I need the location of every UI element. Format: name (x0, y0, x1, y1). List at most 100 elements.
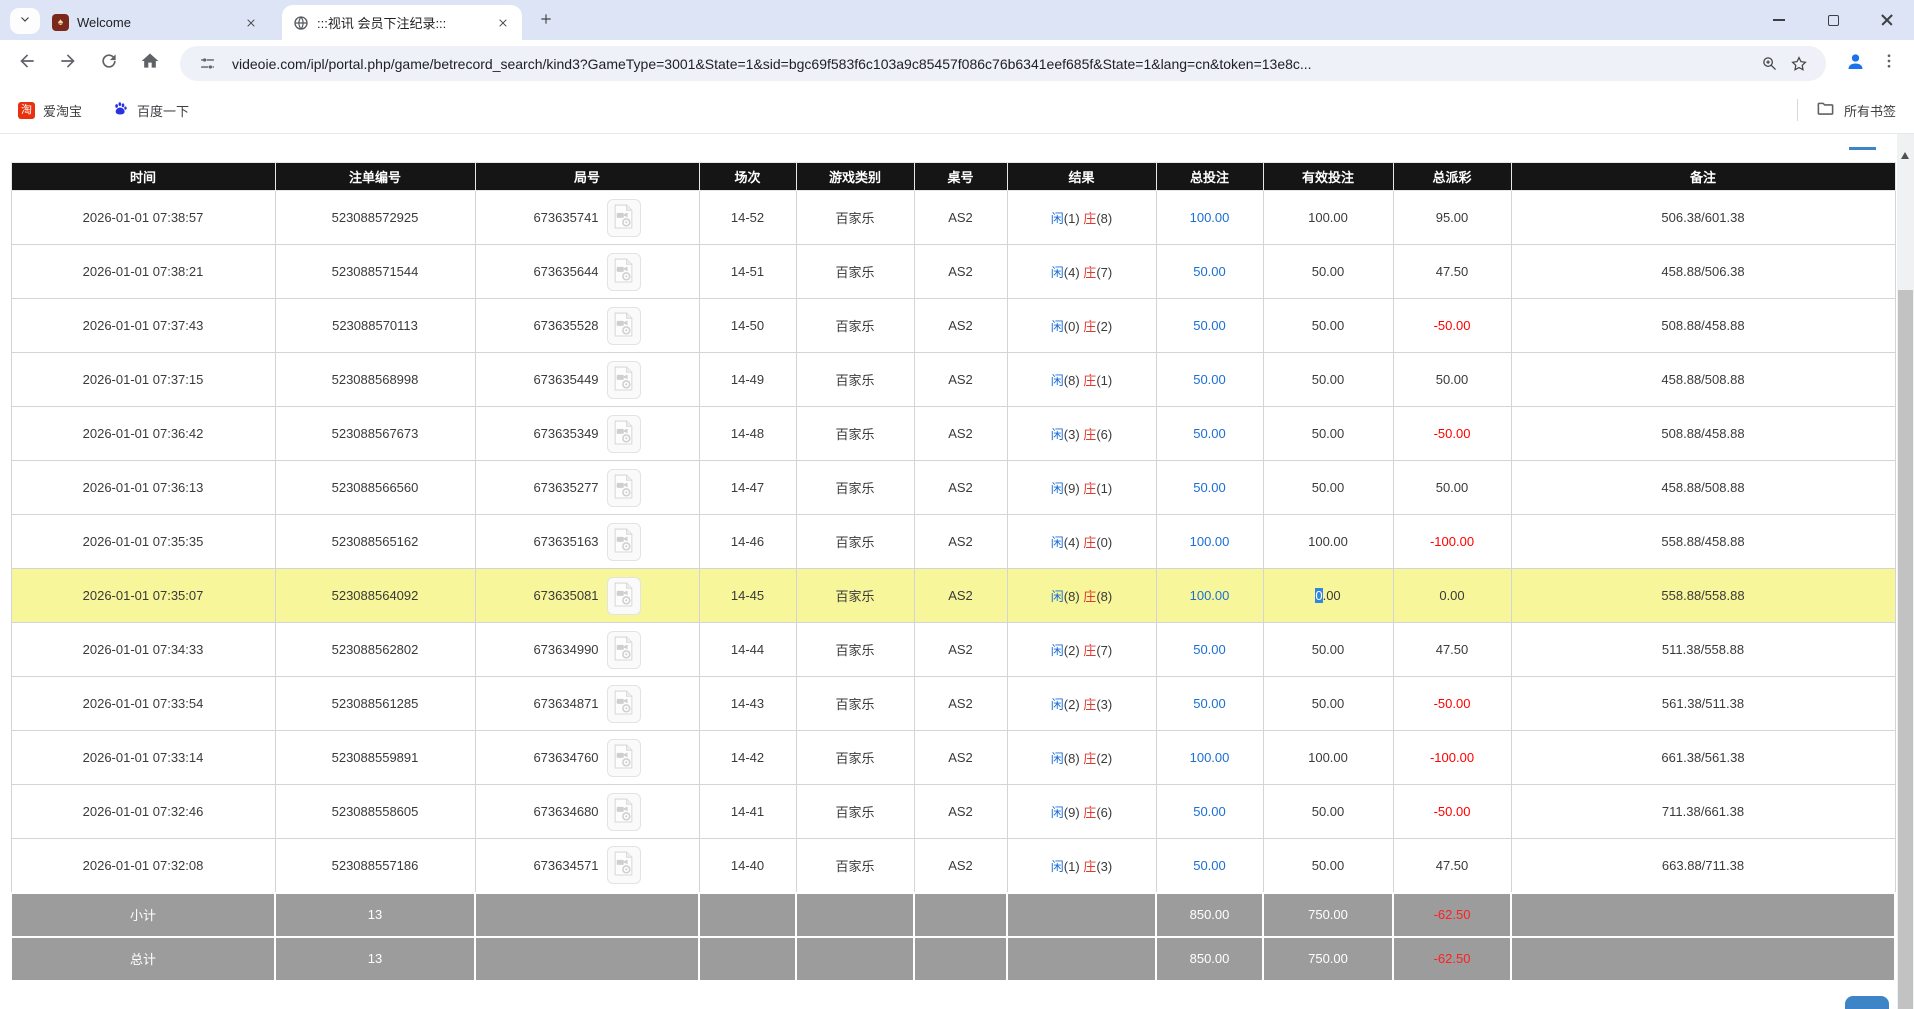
round-cell: 673634760 (475, 731, 699, 785)
round-cell: 673635277 (475, 461, 699, 515)
video-replay-button[interactable] (607, 253, 641, 291)
video-replay-button[interactable] (607, 199, 641, 237)
round-cell: 673635163 (475, 515, 699, 569)
table-no-cell: AS2 (914, 461, 1007, 515)
column-header-4: 场次 (699, 163, 796, 191)
bet-row[interactable]: 2026-01-01 07:37:43523088570113673635528… (11, 299, 1895, 353)
all-bookmarks-label: 所有书签 (1844, 101, 1896, 120)
page-scrollbar[interactable] (1897, 134, 1914, 1009)
bet-row[interactable]: 2026-01-01 07:32:08523088557186673634571… (11, 839, 1895, 893)
time-cell: 2026-01-01 07:35:35 (11, 515, 275, 569)
valid-bet-cell: 50.00 (1263, 785, 1393, 839)
scrollbar-up-arrow-icon[interactable] (1901, 152, 1909, 159)
result-cell: 闲(4) 庄(7) (1007, 245, 1156, 299)
session-cell: 14-44 (699, 623, 796, 677)
tab-title: Welcome (77, 15, 234, 30)
summary-empty-cell (914, 937, 1007, 981)
round-cell: 673634990 (475, 623, 699, 677)
bet-row[interactable]: 2026-01-01 07:33:54523088561285673634871… (11, 677, 1895, 731)
tab-close-button[interactable] (494, 14, 512, 32)
total-bet-cell: 100.00 (1156, 191, 1263, 245)
note-cell: 661.38/561.38 (1511, 731, 1895, 785)
round-cell: 673635741 (475, 191, 699, 245)
game-type-cell: 百家乐 (796, 839, 914, 893)
video-replay-button[interactable] (607, 361, 641, 399)
video-replay-button[interactable] (607, 307, 641, 345)
browser-menu-button[interactable] (1872, 47, 1906, 81)
bookmark-label: 爱淘宝 (43, 101, 82, 120)
tab-title: :::视讯 会员下注纪录::: (317, 13, 486, 32)
video-replay-button[interactable] (607, 739, 641, 777)
bookmark-baidu[interactable]: 百度一下 (112, 100, 189, 120)
bet-row[interactable]: 2026-01-01 07:38:21523088571544673635644… (11, 245, 1895, 299)
bookmark-label: 百度一下 (137, 101, 189, 120)
total-bet-cell: 50.00 (1156, 839, 1263, 893)
maximize-button[interactable] (1806, 0, 1860, 40)
video-file-icon (613, 420, 634, 448)
bet-row[interactable]: 2026-01-01 07:38:57523088572925673635741… (11, 191, 1895, 245)
valid-bet-cell: 100.00 (1263, 515, 1393, 569)
bookmark-star-icon[interactable] (1784, 49, 1814, 79)
browser-toolbar: videoie.com/ipl/portal.php/game/betrecor… (0, 40, 1914, 87)
profile-button[interactable] (1838, 47, 1872, 81)
column-header-6: 桌号 (914, 163, 1007, 191)
forward-button[interactable] (50, 46, 86, 82)
video-replay-button[interactable] (607, 523, 641, 561)
video-replay-button[interactable] (607, 846, 641, 884)
bet-row[interactable]: 2026-01-01 07:33:14523088559891673634760… (11, 731, 1895, 785)
round-id: 673635163 (533, 534, 598, 549)
payout-cell: 0.00 (1393, 569, 1511, 623)
zoom-icon[interactable] (1754, 49, 1784, 79)
result-cell: 闲(8) 庄(2) (1007, 731, 1156, 785)
home-button[interactable] (132, 46, 168, 82)
video-replay-button[interactable] (607, 685, 641, 723)
tab-search-button[interactable] (10, 8, 40, 34)
scroll-action-button[interactable] (1845, 996, 1889, 1009)
bet-id-cell: 523088559891 (275, 731, 475, 785)
close-button[interactable] (1860, 0, 1914, 40)
site-info-icon[interactable] (192, 49, 222, 79)
bookmark-taobao[interactable]: 淘 爱淘宝 (18, 101, 82, 120)
scrollbar-thumb[interactable] (1898, 290, 1913, 1009)
note-cell: 711.38/661.38 (1511, 785, 1895, 839)
minimize-button[interactable] (1752, 0, 1806, 40)
result-cell: 闲(3) 庄(6) (1007, 407, 1156, 461)
summary-label: 小计 (11, 893, 275, 937)
tab-close-button[interactable] (242, 14, 260, 32)
round-id: 673635741 (533, 210, 598, 225)
video-replay-button[interactable] (607, 577, 641, 615)
video-replay-button[interactable] (607, 415, 641, 453)
video-replay-button[interactable] (607, 631, 641, 669)
folder-icon (1816, 99, 1835, 121)
bet-row[interactable]: 2026-01-01 07:35:35523088565162673635163… (11, 515, 1895, 569)
bet-row[interactable]: 2026-01-01 07:32:46523088558605673634680… (11, 785, 1895, 839)
table-no-cell: AS2 (914, 515, 1007, 569)
reload-button[interactable] (91, 46, 127, 82)
video-replay-button[interactable] (607, 793, 641, 831)
taobao-icon: 淘 (18, 102, 35, 119)
back-button[interactable] (9, 46, 45, 82)
bet-row[interactable]: 2026-01-01 07:36:13523088566560673635277… (11, 461, 1895, 515)
bet-row[interactable]: 2026-01-01 07:36:42523088567673673635349… (11, 407, 1895, 461)
tab-welcome[interactable]: ♠ Welcome (42, 5, 270, 40)
table-no-cell: AS2 (914, 677, 1007, 731)
all-bookmarks-button[interactable]: 所有书签 (1816, 99, 1896, 121)
bet-row[interactable]: 2026-01-01 07:37:15523088568998673635449… (11, 353, 1895, 407)
video-replay-button[interactable] (607, 469, 641, 507)
session-cell: 14-43 (699, 677, 796, 731)
result-cell: 闲(2) 庄(3) (1007, 677, 1156, 731)
url-bar[interactable]: videoie.com/ipl/portal.php/game/betrecor… (180, 46, 1826, 81)
valid-bet-cell: 50.00 (1263, 299, 1393, 353)
tab-bet-record[interactable]: :::视讯 会员下注纪录::: (282, 5, 522, 40)
bet-row[interactable]: 2026-01-01 07:35:07523088564092673635081… (11, 569, 1895, 623)
summary-total-bet: 850.00 (1156, 893, 1263, 937)
bet-row[interactable]: 2026-01-01 07:34:33523088562802673634990… (11, 623, 1895, 677)
session-cell: 14-47 (699, 461, 796, 515)
new-tab-button[interactable] (534, 9, 558, 33)
selected-text: 0 (1315, 588, 1322, 603)
game-type-cell: 百家乐 (796, 299, 914, 353)
result-cell: 闲(9) 庄(1) (1007, 461, 1156, 515)
time-cell: 2026-01-01 07:36:42 (11, 407, 275, 461)
video-file-icon (613, 312, 634, 340)
summary-payout: -62.50 (1393, 893, 1511, 937)
